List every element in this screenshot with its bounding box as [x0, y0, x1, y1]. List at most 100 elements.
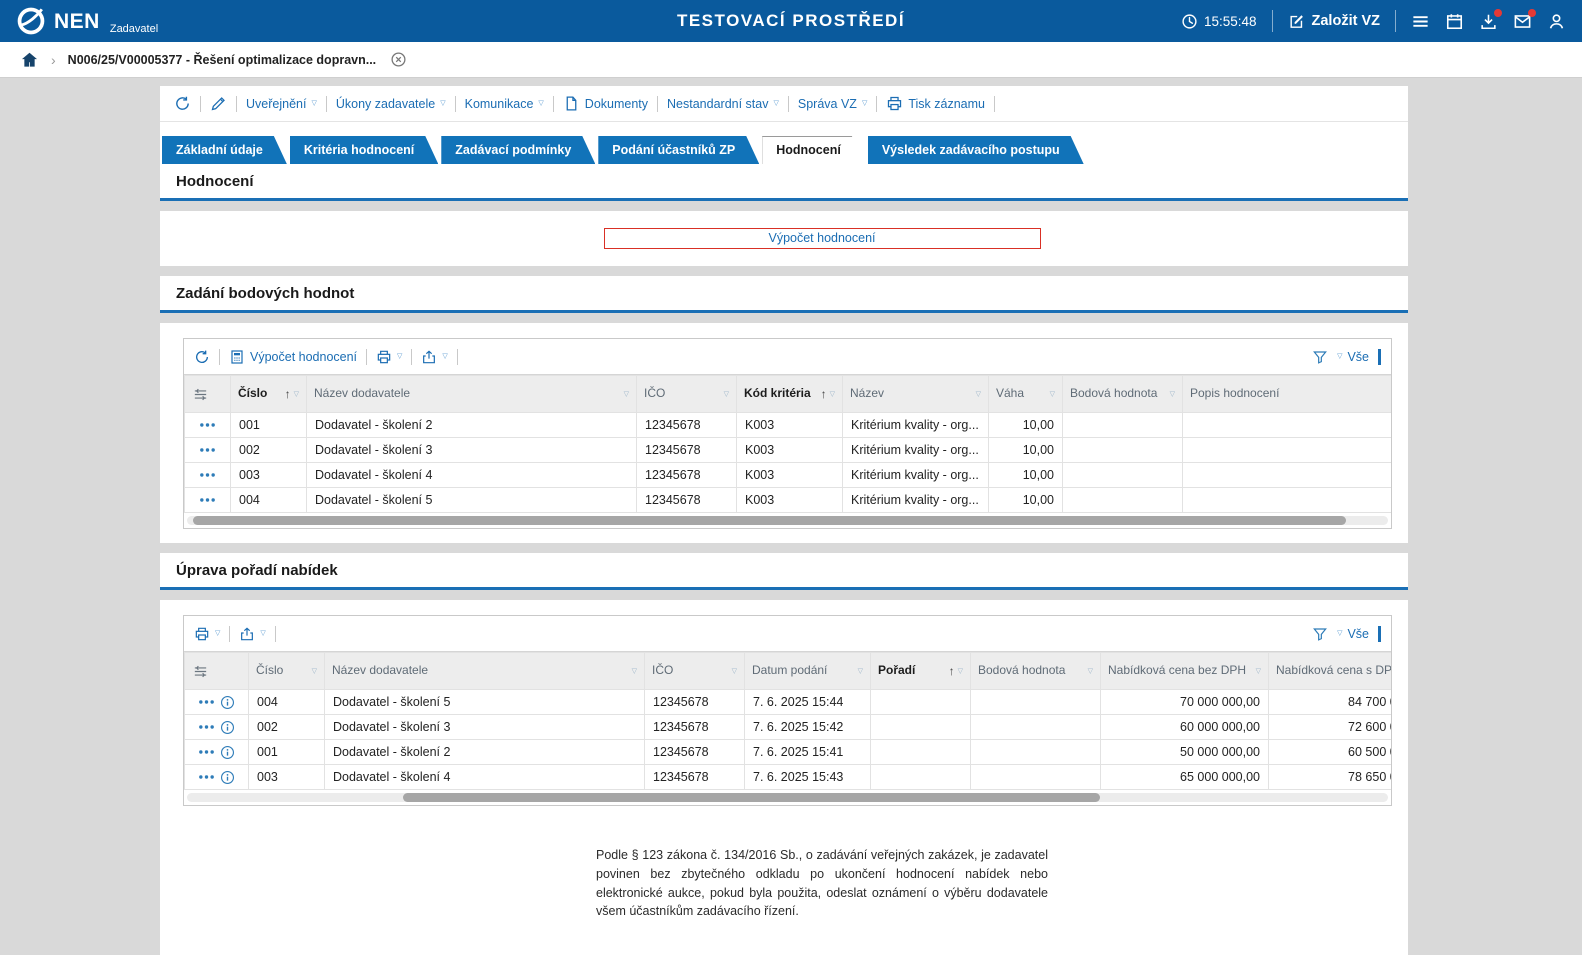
column-header-nazev-dodavatele[interactable]: Název dodavatele▽ — [307, 376, 637, 413]
row-info-icon[interactable] — [220, 770, 235, 785]
row-menu-icon[interactable] — [198, 748, 215, 756]
tab-zakladni-udaje[interactable]: Základní údaje — [162, 136, 287, 164]
grid-settings-button[interactable] — [185, 653, 249, 690]
document-icon — [563, 95, 580, 112]
history-button[interactable] — [174, 95, 191, 112]
column-header-cislo[interactable]: Číslo▽ — [249, 653, 325, 690]
row-menu-icon[interactable] — [198, 698, 215, 706]
sort-ascending-icon: ↑ — [949, 664, 955, 678]
column-header-poradi[interactable]: Pořadí↑▽ — [871, 653, 971, 690]
row-menu-icon[interactable] — [198, 773, 215, 781]
menu-uverejneni[interactable]: Uveřejnění▽ — [246, 97, 317, 111]
profile-button[interactable] — [1547, 12, 1566, 31]
tab-zadavaci-podminky[interactable]: Zadávací podmínky — [441, 136, 595, 164]
column-header-datum-podani[interactable]: Datum podání▽ — [745, 653, 871, 690]
refresh-button[interactable] — [194, 349, 210, 365]
horizontal-scrollbar[interactable] — [187, 516, 1388, 525]
column-header-bodova-hodnota[interactable]: Bodová hodnota▽ — [971, 653, 1101, 690]
user-icon — [1547, 12, 1566, 31]
filter-icon[interactable] — [1312, 349, 1328, 365]
scrollbar-thumb[interactable] — [193, 516, 1346, 525]
row-info-icon[interactable] — [220, 720, 235, 735]
breadcrumb-record[interactable]: N006/25/V00005377 - Řešení optimalizace … — [68, 53, 376, 67]
column-filter-icon[interactable]: ▽ — [312, 667, 317, 675]
grid-settings-button[interactable] — [185, 376, 231, 413]
tab-hodnoceni[interactable]: Hodnocení — [762, 136, 865, 164]
edit-record-button[interactable] — [210, 95, 227, 112]
column-filter-icon[interactable]: ▽ — [1050, 390, 1055, 398]
order-grid-toolbar: ▽ ▽ ▽Vše — [184, 616, 1391, 651]
home-icon[interactable] — [20, 50, 39, 69]
column-header-kod-kriteria[interactable]: Kód kritéria↑▽ — [737, 376, 843, 413]
row-info-icon[interactable] — [220, 745, 235, 760]
grid-calculate-button[interactable]: Výpočet hodnocení — [229, 349, 357, 365]
column-header-popis-hodnoceni[interactable]: Popis hodnocení — [1183, 376, 1392, 413]
calendar-button[interactable] — [1445, 12, 1464, 31]
menu-komunikace[interactable]: Komunikace▽ — [465, 97, 544, 111]
cell-vaha: 10,00 — [989, 488, 1063, 513]
column-filter-icon[interactable]: ▽ — [1088, 667, 1093, 675]
row-menu-icon[interactable] — [199, 471, 216, 479]
column-filter-icon[interactable]: ▽ — [624, 390, 629, 398]
row-info-icon[interactable] — [220, 695, 235, 710]
tab-podani-ucastniku-zp[interactable]: Podání účastníků ZP — [598, 136, 759, 164]
tab-vysledek-zadavaciho-postupu[interactable]: Výsledek zadávacího postupu — [868, 136, 1084, 164]
column-header-ico[interactable]: IČO▽ — [637, 376, 737, 413]
column-filter-icon[interactable]: ▽ — [632, 667, 637, 675]
column-header-bodova-hodnota[interactable]: Bodová hodnota▽ — [1063, 376, 1183, 413]
menu-tisk-zaznamu[interactable]: Tisk záznamu — [886, 95, 985, 112]
column-header-nazev-dodavatele[interactable]: Název dodavatele▽ — [325, 653, 645, 690]
menu-ukony-zadavatele[interactable]: Úkony zadavatele▽ — [336, 97, 446, 111]
scroll-edge-indicator — [1378, 626, 1381, 642]
app-header: NEN Zadavatel TESTOVACÍ PROSTŘEDÍ 15:55:… — [0, 0, 1582, 42]
column-header-nabidkova-cena-s-dph[interactable]: Nabídková cena s DPH▽ — [1269, 653, 1392, 690]
calculate-evaluation-button[interactable]: Výpočet hodnocení — [604, 228, 1041, 249]
view-all-dropdown[interactable]: ▽Vše — [1337, 627, 1369, 641]
horizontal-scrollbar[interactable] — [187, 793, 1388, 802]
column-label: IČO — [644, 387, 721, 401]
column-filter-icon[interactable]: ▽ — [858, 667, 863, 675]
column-label: Nabídková cena s DPH — [1276, 664, 1391, 678]
scrollbar-thumb[interactable] — [403, 793, 1100, 802]
column-header-cislo[interactable]: Číslo↑▽ — [231, 376, 307, 413]
cell-cislo: 001 — [249, 740, 325, 765]
column-header-nazev[interactable]: Název▽ — [843, 376, 989, 413]
export-button[interactable]: ▽ — [421, 349, 447, 365]
table-row: 003Dodavatel - školení 412345678K003Krit… — [185, 463, 1392, 488]
column-filter-icon[interactable]: ▽ — [732, 667, 737, 675]
column-filter-icon[interactable]: ▽ — [976, 390, 981, 398]
downloads-button[interactable] — [1479, 12, 1498, 31]
cell-cislo: 003 — [249, 765, 325, 790]
column-header-nabidkova-cena-bez-dph[interactable]: Nabídková cena bez DPH▽ — [1101, 653, 1269, 690]
menu-dokumenty[interactable]: Dokumenty — [563, 95, 648, 112]
print-button[interactable]: ▽ — [194, 626, 220, 642]
column-filter-icon[interactable]: ▽ — [1170, 390, 1175, 398]
view-all-dropdown[interactable]: ▽Vše — [1337, 350, 1369, 364]
close-record-icon[interactable] — [390, 51, 407, 68]
row-menu-icon[interactable] — [199, 421, 216, 429]
column-header-ico[interactable]: IČO▽ — [645, 653, 745, 690]
row-menu-icon[interactable] — [199, 446, 216, 454]
column-filter-icon[interactable]: ▽ — [958, 667, 963, 675]
create-vz-button[interactable]: Založit VZ — [1288, 13, 1380, 30]
export-button[interactable]: ▽ — [239, 626, 265, 642]
column-filter-icon[interactable]: ▽ — [830, 390, 835, 398]
messages-button[interactable] — [1513, 12, 1532, 31]
tab-kriteria-hodnoceni[interactable]: Kritéria hodnocení — [290, 136, 438, 164]
column-filter-icon[interactable]: ▽ — [294, 390, 299, 398]
sort-ascending-icon: ↑ — [821, 387, 827, 401]
row-menu-icon[interactable] — [199, 496, 216, 504]
main-menu-button[interactable] — [1411, 12, 1430, 31]
cell-nabidkova-cena-bez-dph: 70 000 000,00 — [1101, 690, 1269, 715]
filter-icon[interactable] — [1312, 626, 1328, 642]
print-button[interactable]: ▽ — [376, 349, 402, 365]
menu-sprava-vz[interactable]: Správa VZ▽ — [798, 97, 867, 111]
menu-nestandardni-stav[interactable]: Nestandardní stav▽ — [667, 97, 779, 111]
grid-calculate-label: Výpočet hodnocení — [250, 350, 357, 364]
column-filter-icon[interactable]: ▽ — [724, 390, 729, 398]
column-filter-icon[interactable]: ▽ — [1256, 667, 1261, 675]
cell-bodova-hodnota — [1063, 463, 1183, 488]
column-header-vaha[interactable]: Váha▽ — [989, 376, 1063, 413]
row-menu-icon[interactable] — [198, 723, 215, 731]
brand[interactable]: NEN Zadavatel — [16, 6, 158, 36]
